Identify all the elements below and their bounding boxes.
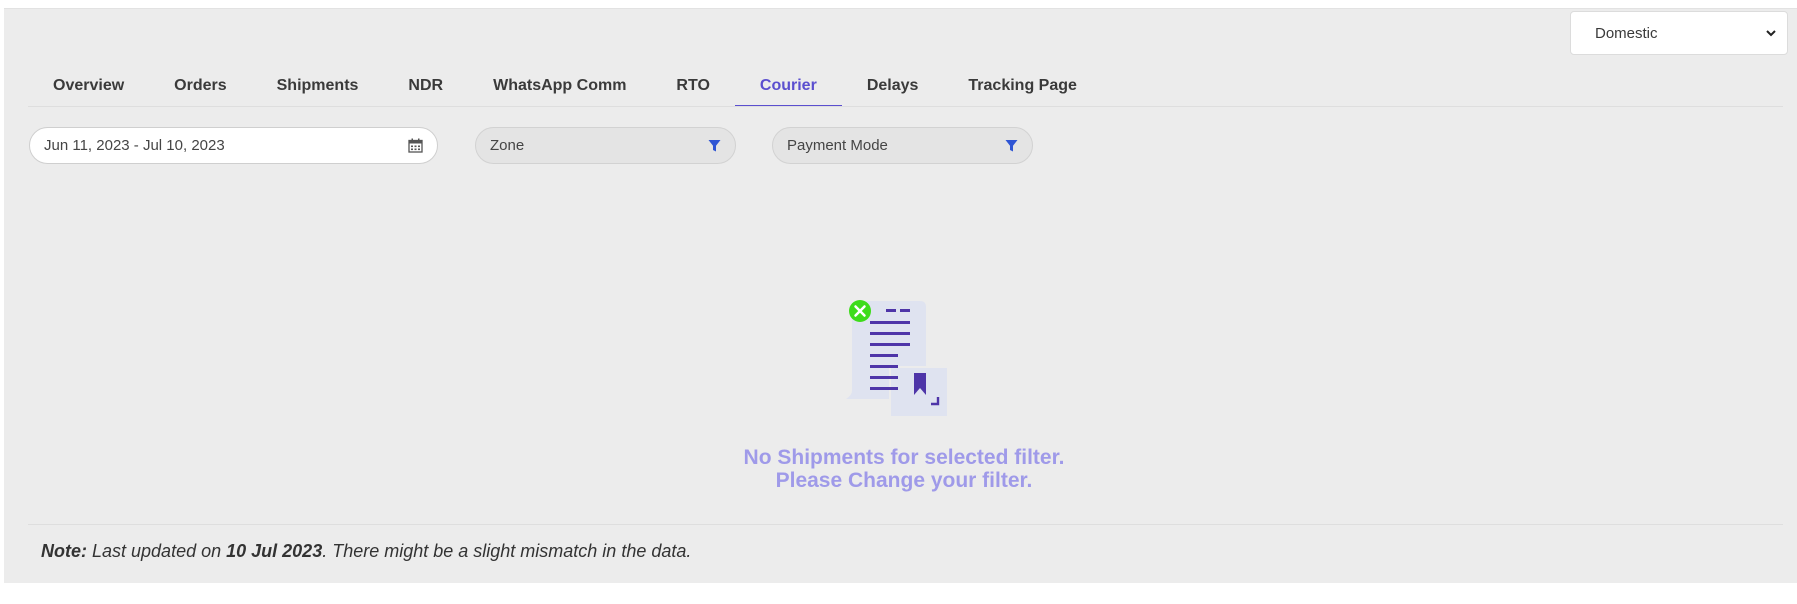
tab-shipments[interactable]: Shipments [252,65,384,107]
filter-icon [1005,139,1018,151]
tab-label: RTO [676,77,710,94]
tab-whatsapp-comm[interactable]: WhatsApp Comm [468,65,651,107]
note-text-after: . There might be a slight mismatch in th… [322,541,692,561]
zone-filter-placeholder: Zone [490,137,525,154]
payment-mode-filter[interactable]: Payment Mode [772,127,1033,164]
tab-rto[interactable]: RTO [651,65,734,107]
tab-tracking-page[interactable]: Tracking Page [943,65,1102,107]
tab-label: Courier [759,77,817,94]
no-data-illustration [846,300,949,418]
empty-state-line1: No Shipments for selected filter. [743,446,1065,469]
zone-filter[interactable]: Zone [475,127,736,164]
analytics-panel: Domestic Overview Orders Shipments NDR W… [4,8,1797,583]
date-range-value: Jun 11, 2023 - Jul 10, 2023 [44,137,225,154]
tab-courier[interactable]: Courier [734,65,842,107]
calendar-icon [408,138,423,153]
tab-label: Overview [53,77,125,94]
tab-label: Delays [866,77,919,94]
note-label: Note: [41,541,87,561]
last-updated-note: Note: Last updated on 10 Jul 2023. There… [41,541,691,562]
tab-delays[interactable]: Delays [842,65,944,107]
payment-mode-placeholder: Payment Mode [787,137,888,154]
tab-bar: Overview Orders Shipments NDR WhatsApp C… [28,65,1102,107]
note-divider [28,524,1783,525]
tab-ndr[interactable]: NDR [383,65,468,107]
empty-state-message: No Shipments for selected filter. Please… [644,446,1164,492]
tab-orders[interactable]: Orders [149,65,251,107]
tab-label: WhatsApp Comm [493,77,627,94]
region-select-value: Domestic [1595,24,1658,42]
region-select[interactable]: Domestic [1570,11,1788,55]
tab-label: Shipments [276,77,359,94]
tab-overview[interactable]: Overview [28,65,149,107]
filter-icon [708,139,721,151]
note-text-before: Last updated on [87,541,227,561]
tab-divider [28,106,1783,107]
empty-state-line2: Please Change your filter. [775,469,1033,492]
tab-label: Tracking Page [968,77,1077,94]
tab-label: NDR [408,77,444,94]
chevron-down-icon [1766,30,1776,37]
tab-label: Orders [174,77,227,94]
date-range-picker[interactable]: Jun 11, 2023 - Jul 10, 2023 [29,127,438,164]
note-date: 10 Jul 2023 [226,541,323,561]
